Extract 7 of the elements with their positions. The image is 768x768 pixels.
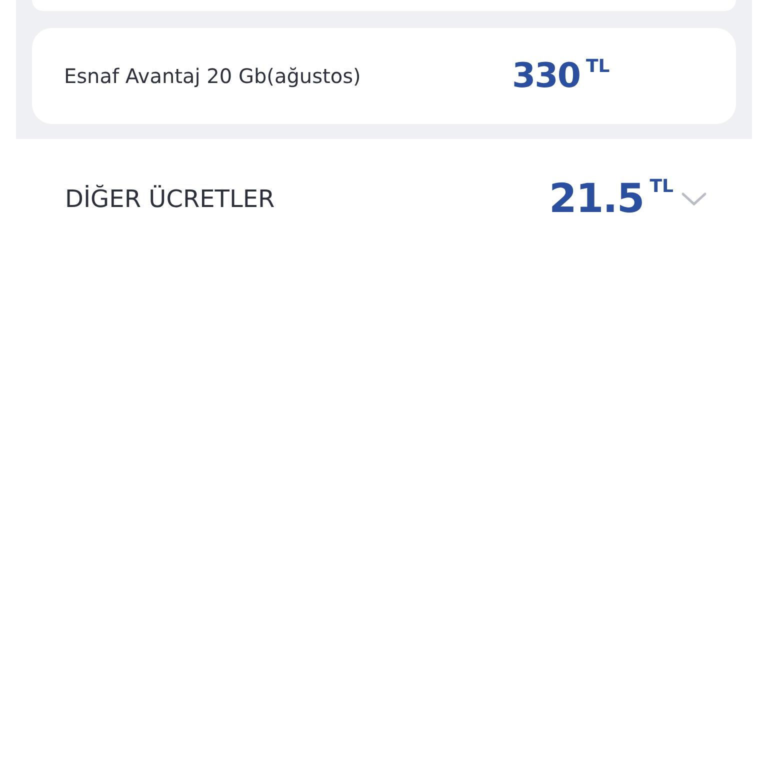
package-name: Esnaf Avantaj 20 Gb(ağustos) — [64, 64, 362, 88]
chevron-down-icon[interactable] — [681, 191, 707, 207]
currency-label: TL — [650, 176, 674, 197]
other-fees-price: 21.5 — [549, 176, 644, 222]
other-fees-label: DİĞER ÜCRETLER — [65, 185, 276, 213]
package-price: 330 — [512, 56, 580, 96]
currency-label: TL — [586, 56, 610, 77]
